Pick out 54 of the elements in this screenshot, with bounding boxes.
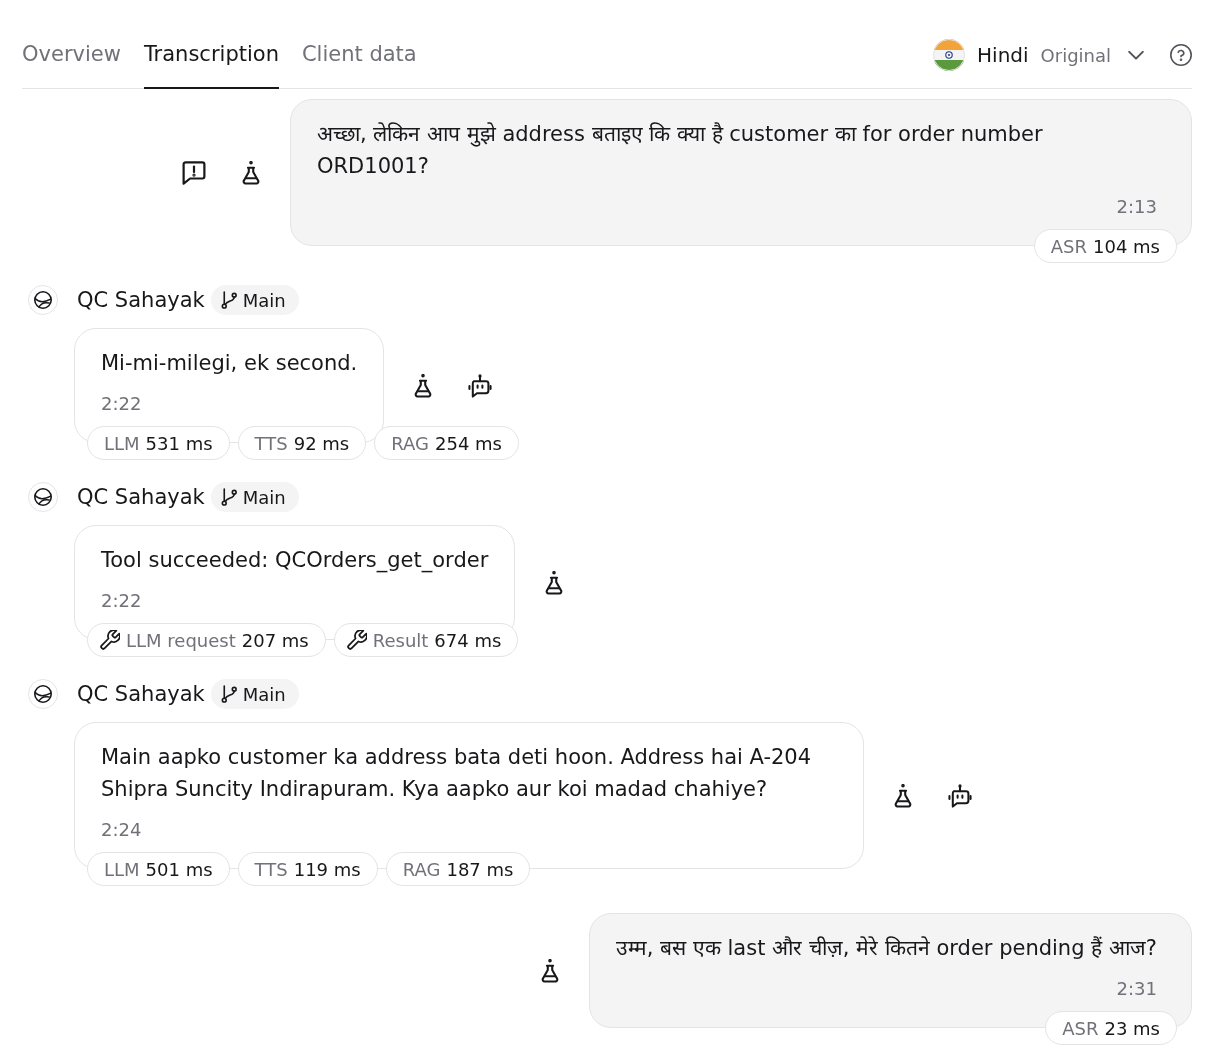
branch-label: Main <box>242 486 286 508</box>
speaker-name: QC Sahayak <box>77 485 205 509</box>
wrench-icon <box>100 630 120 650</box>
message-text: Mi-mi-milegi, ek second. <box>101 350 358 377</box>
metric-value: 23 ms <box>1104 1017 1160 1039</box>
tab[interactable]: Overview <box>22 33 121 89</box>
branch-icon <box>219 488 238 506</box>
message-text: Main aapko customer ka address bata deti hoon. Address hai A-204 Shipra Suncity Indirapuram. Kya aapko aur koi madad chahiye? <box>101 744 813 803</box>
speaker-name: QC Sahayak <box>77 682 205 706</box>
metric-label: TTS <box>254 858 288 880</box>
chevron-down-icon <box>1128 50 1144 60</box>
metric-value: 104 ms <box>1093 235 1160 257</box>
metric-label: RAG <box>391 432 429 454</box>
help-icon[interactable] <box>1170 44 1192 66</box>
metric-value: 674 ms <box>434 629 502 651</box>
message-time: 2:13 <box>1116 195 1157 219</box>
agent-avatar-icon <box>28 679 58 709</box>
metric-value: 254 ms <box>435 432 502 454</box>
tab[interactable]: Transcription <box>143 33 279 89</box>
metric-value: 92 ms <box>293 432 350 454</box>
message-time: 2:24 <box>101 818 142 842</box>
message-time: 2:22 <box>101 589 142 613</box>
wrench-icon <box>346 630 367 650</box>
metric-label: Result <box>372 629 429 651</box>
metric-value: 501 ms <box>145 858 213 880</box>
metric-value: 207 ms <box>241 629 309 651</box>
alert-message-icon[interactable] <box>182 160 206 185</box>
metric-value: 531 ms <box>145 432 213 454</box>
metric-label: TTS <box>254 432 288 454</box>
branch-label: Main <box>242 289 286 311</box>
language-select[interactable]: Hindi Original <box>933 39 1144 71</box>
branch-icon <box>219 685 238 703</box>
metric-label: LLM request <box>126 629 236 651</box>
branch-icon <box>219 291 238 309</box>
message-text: अच्छा, लेकिन आप मुझे address बताइए कि क्या है customer का for order number ORD1001? <box>317 121 1044 180</box>
metric-label: LLM <box>104 432 140 454</box>
message-text: उम्म, बस एक last और चीज़, मेरे कितने order pending हैं आज? <box>615 935 1157 962</box>
speaker-name: QC Sahayak <box>77 288 205 312</box>
branch-label: Main <box>242 683 286 705</box>
agent-avatar-icon <box>28 285 58 315</box>
metric-label: ASR <box>1050 235 1087 257</box>
robot-icon[interactable] <box>948 783 972 808</box>
metric-value: 187 ms <box>446 858 514 880</box>
message-time: 2:31 <box>1116 977 1157 1001</box>
metric-value: 119 ms <box>293 858 361 880</box>
agent-avatar-icon <box>28 482 58 512</box>
metric-label: RAG <box>402 858 441 880</box>
flag-icon <box>933 39 966 71</box>
tab[interactable]: Client data <box>301 33 417 89</box>
message-time: 2:22 <box>101 392 142 416</box>
metric-label: LLM <box>104 858 140 880</box>
message-text: Tool succeeded: QCOrders_get_order <box>101 547 489 575</box>
robot-icon[interactable] <box>468 373 493 398</box>
metric-label: ASR <box>1062 1017 1099 1039</box>
